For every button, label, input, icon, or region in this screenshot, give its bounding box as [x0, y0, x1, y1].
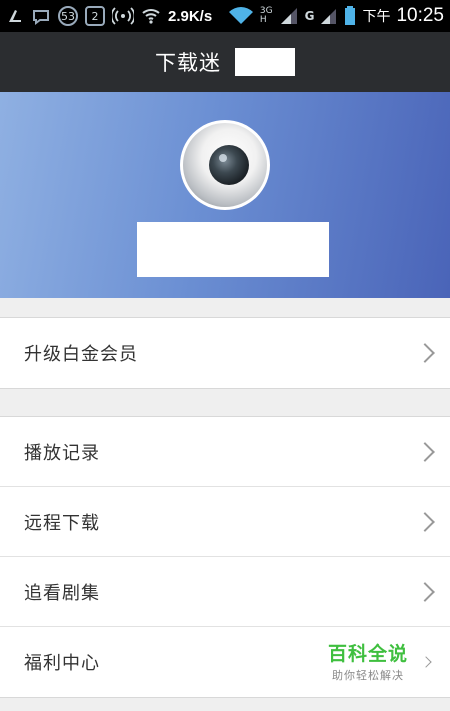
menu-group-membership: 升级白金会员 — [0, 317, 450, 389]
network-speed: 2.9K/s — [168, 7, 213, 25]
menu-item-label: 播放记录 — [24, 442, 100, 464]
watermark-title: 百科全说 — [327, 643, 408, 665]
chevron-right-icon — [415, 343, 435, 363]
chat-icon — [31, 7, 51, 25]
camera-lens-icon — [209, 145, 249, 185]
signal-bars-icon — [279, 6, 299, 26]
menu-item-welfare-center[interactable]: 福利中心 百科全说 助你轻松解决 — [0, 627, 450, 697]
message-count-badge: 2 — [85, 6, 105, 26]
menu-item-upgrade-platinum[interactable]: 升级白金会员 — [0, 318, 450, 388]
menu-group-features: 播放记录 远程下载 追看剧集 福利中心 百科全说 助你轻松解决 — [0, 416, 450, 698]
network-type-bottom: H — [259, 15, 267, 25]
notification-count-badge: 53 — [58, 6, 78, 26]
watermark-subtitle: 助你轻松解决 — [331, 669, 404, 682]
chevron-right-icon — [415, 441, 435, 462]
menu-item-label: 福利中心 — [24, 653, 100, 674]
redacted-title-box — [235, 48, 295, 76]
status-right: 3G H G 下午 10:25 — [228, 5, 444, 27]
wifi-strong-icon — [228, 6, 254, 26]
page-title: 下载迷 — [155, 51, 221, 75]
menu-item-remote-download[interactable]: 远程下载 — [0, 487, 450, 557]
chevron-right-icon — [420, 656, 432, 668]
profile-header — [0, 92, 450, 298]
wifi-icon — [141, 7, 161, 25]
clock-time: 10:25 — [396, 5, 444, 26]
battery-icon — [344, 6, 356, 26]
avatar-image — [183, 123, 267, 207]
chevron-right-icon — [415, 511, 435, 532]
menu-item-label: 远程下载 — [24, 512, 100, 534]
signal-type: G — [304, 9, 315, 23]
status-left: 53 2 2.9K/s — [6, 6, 212, 26]
menu-item-label: 升级白金会员 — [24, 344, 138, 365]
menu-item-follow-series[interactable]: 追看剧集 — [0, 557, 450, 627]
clean-icon — [6, 7, 24, 25]
avatar[interactable] — [180, 120, 270, 210]
menu-item-play-history[interactable]: 播放记录 — [0, 417, 450, 487]
watermark-logo: 百科全说 助你轻松解决 — [328, 639, 408, 683]
title-bar: 下载迷 — [0, 32, 450, 92]
hotspot-icon — [112, 7, 134, 25]
chevron-right-icon — [415, 581, 435, 602]
am-pm-label: 下午 — [362, 9, 391, 25]
redacted-username-box — [137, 222, 329, 277]
network-type: 3G H — [260, 7, 273, 25]
signal-bars-2-icon — [320, 6, 338, 26]
menu-item-label: 追看剧集 — [24, 582, 100, 604]
app-screen: 53 2 2.9K/s 3G H G 下午 10:25 下载迷 升级白金会员 播… — [0, 0, 450, 711]
status-bar: 53 2 2.9K/s 3G H G 下午 10:25 — [0, 0, 450, 32]
